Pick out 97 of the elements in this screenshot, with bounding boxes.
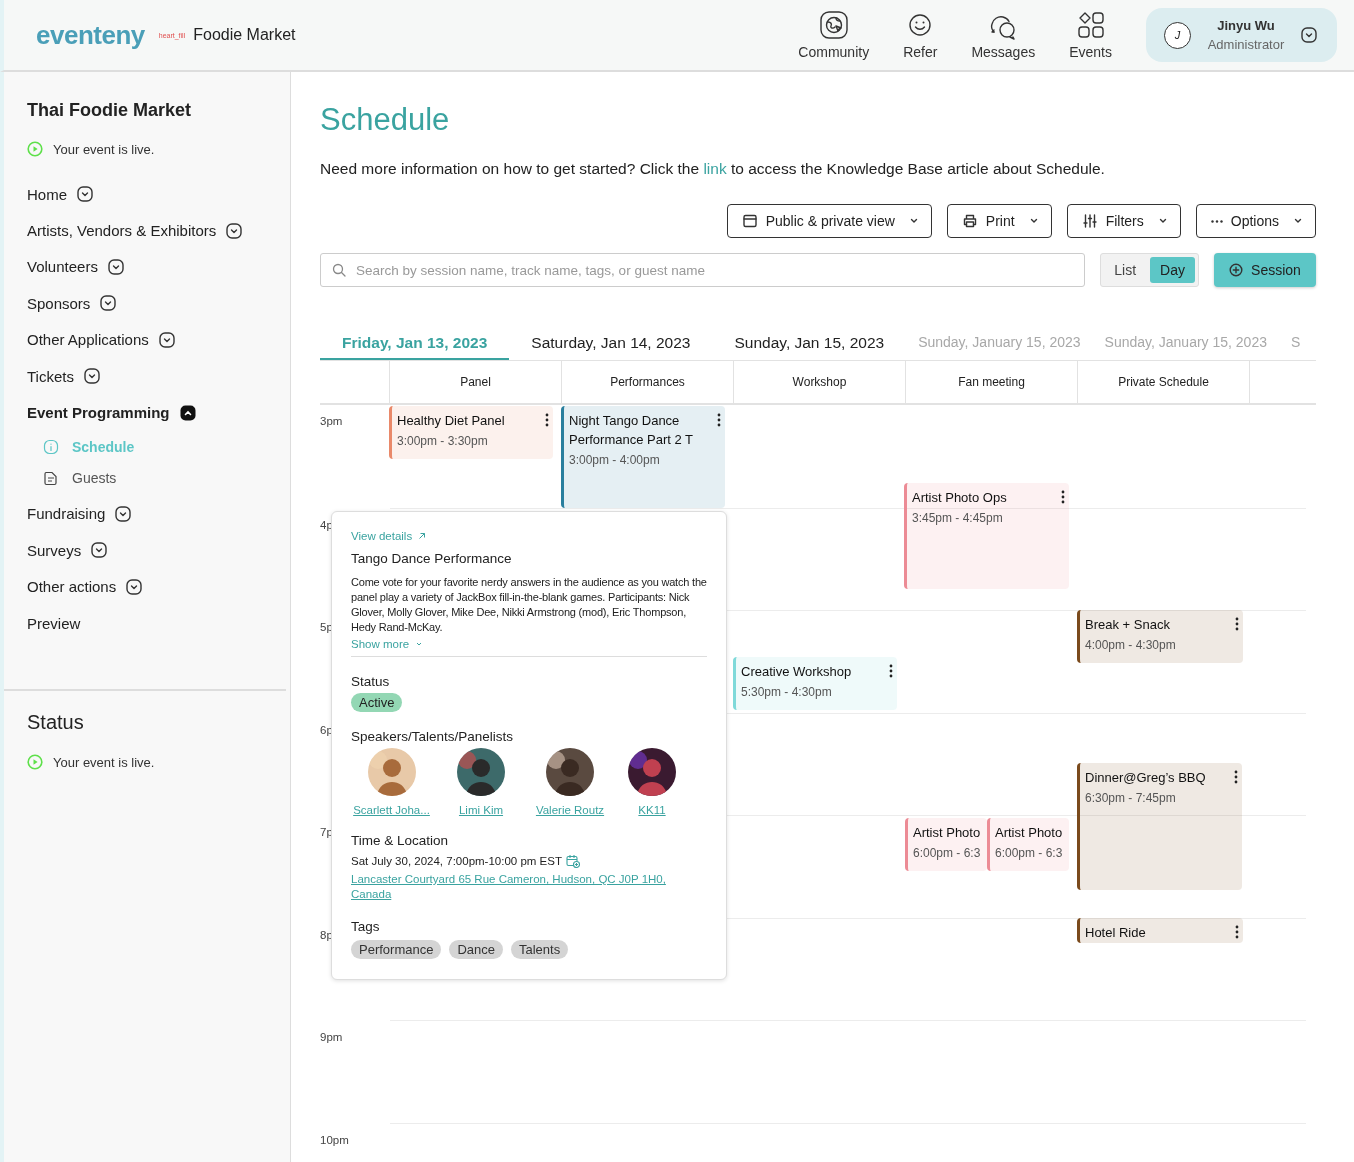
time-label: 3pm bbox=[320, 415, 343, 427]
more-icon bbox=[1210, 219, 1223, 223]
tag: Talents bbox=[511, 940, 569, 959]
event-title: Night Tango Dance Performance Part 2 T bbox=[569, 412, 695, 449]
globe-icon bbox=[818, 10, 849, 40]
user-menu[interactable]: J Jinyu Wu Administrator bbox=[1146, 8, 1337, 62]
session-description: Come vote for your favorite nerdy answers in the audience as you watch the panel play a variety of JackBox fill-in-the-blank games. Participants: Nick Glover, Molly Glover, Mike Dee, Nikki Armstrong (mod), Eric Thompson, Hedy Rand-McKay. bbox=[351, 575, 707, 635]
time-label: 9pm bbox=[320, 1031, 343, 1043]
tag: Performance bbox=[351, 940, 442, 959]
sidebar-item[interactable]: Surveys bbox=[27, 541, 82, 559]
status-badge: Active bbox=[351, 693, 403, 712]
nav-link[interactable]: Community bbox=[798, 10, 870, 60]
sidebar-subitem[interactable]: Guests bbox=[72, 469, 117, 486]
user-name: Jinyu Wu bbox=[1217, 18, 1275, 33]
event-time: 6:30pm - 7:45pm bbox=[1085, 791, 1177, 805]
sidebar-item[interactable]: Volunteers bbox=[27, 258, 98, 276]
toolbar-button[interactable]: Print bbox=[946, 204, 1052, 238]
plus-circle-icon bbox=[1229, 263, 1244, 277]
toolbar-button[interactable]: Filters bbox=[1066, 204, 1181, 238]
search-field[interactable]: Search by session name, track name, tags, or guest name bbox=[320, 253, 1086, 287]
event-time: 3:00pm - 4:00pm bbox=[569, 453, 661, 467]
event-title: Thai Foodie Market bbox=[27, 100, 193, 121]
event-time: 6:00pm - 6:3 bbox=[913, 846, 982, 860]
status-text: Your event is live. bbox=[53, 754, 155, 770]
section-title: Status bbox=[27, 711, 85, 735]
nav-link[interactable]: Refer bbox=[903, 10, 938, 60]
toolbar-button[interactable]: Public & private view bbox=[726, 204, 932, 238]
event-time: 6:00pm - 6:3 bbox=[995, 846, 1064, 860]
event-card[interactable]: Dinner@Greg’s BBQ 6:30pm - 7:45pm bbox=[1077, 763, 1242, 890]
sidebar-item[interactable]: Sponsors bbox=[27, 294, 91, 312]
column-header: Performances bbox=[562, 361, 734, 403]
chevron-down-icon bbox=[1301, 27, 1317, 43]
status-text: Your event is live. bbox=[53, 141, 155, 157]
view-toggle-option[interactable]: Day bbox=[1150, 257, 1195, 283]
event-card[interactable]: Break + Snack 4:00pm - 4:30pm bbox=[1077, 610, 1243, 663]
day-tab[interactable]: Saturday, Jan 14, 2023 bbox=[509, 332, 713, 360]
sliders-icon bbox=[1081, 213, 1098, 229]
page-title: Schedule bbox=[320, 102, 451, 139]
tag: Dance bbox=[449, 940, 503, 959]
event-card[interactable]: Night Tango Dance Performance Part 2 T 3:00pm - 4:00pm bbox=[561, 406, 725, 508]
play-icon bbox=[27, 754, 43, 771]
play-icon bbox=[27, 141, 43, 157]
event-title: Artist Photo bbox=[995, 824, 1063, 842]
info-icon bbox=[43, 438, 59, 455]
section-heading: Tags bbox=[351, 919, 380, 934]
sidebar-item[interactable]: Home bbox=[27, 185, 67, 203]
caret-icon bbox=[415, 640, 424, 648]
column-header: Fan meeting bbox=[906, 361, 1078, 403]
column-header: Private Schedule bbox=[1078, 361, 1250, 403]
event-time: 5:30pm - 4:30pm bbox=[741, 685, 833, 699]
event-card[interactable]: Creative Workshop 5:30pm - 4:30pm bbox=[733, 657, 897, 710]
event-card[interactable]: Artist Photo 6:00pm - 6:3 bbox=[987, 818, 1069, 871]
sidebar-item[interactable]: Other actions bbox=[27, 578, 117, 596]
user-role: Administrator bbox=[1207, 37, 1285, 52]
grid-shapes-icon bbox=[1075, 10, 1106, 40]
event-title: Creative Workshop bbox=[741, 663, 852, 681]
event-title: Break + Snack bbox=[1085, 616, 1170, 634]
event-time: 4:00pm - 4:30pm bbox=[1085, 638, 1177, 652]
avatar-initial: J bbox=[1164, 21, 1191, 49]
event-title: Healthy Diet Panel bbox=[397, 412, 505, 430]
section-heading: Speakers/Talents/Panelists bbox=[351, 729, 514, 744]
nav-link[interactable]: Messages bbox=[971, 10, 1036, 60]
event-card[interactable]: Artist Photo 6:00pm - 6:3 bbox=[905, 818, 987, 871]
event-card[interactable]: Hotel Ride bbox=[1077, 918, 1243, 943]
time-label: 10pm bbox=[320, 1133, 349, 1146]
event-title: Artist Photo Ops bbox=[912, 489, 1007, 507]
event-time: 3:00pm - 3:30pm bbox=[397, 434, 489, 448]
section-heading: Status bbox=[351, 674, 390, 689]
event-card[interactable]: Artist Photo Ops 3:45pm - 4:45pm bbox=[904, 483, 1069, 589]
day-tab[interactable]: Sunday, Jan 15, 2023 bbox=[712, 332, 907, 360]
sidebar-item[interactable]: Fundraising bbox=[27, 505, 106, 523]
add-session-button[interactable]: Session bbox=[1214, 253, 1316, 287]
sidebar-item[interactable]: Event Programming bbox=[27, 404, 170, 422]
column-header: Panel bbox=[390, 361, 562, 403]
event-time: 3:45pm - 4:45pm bbox=[912, 511, 1004, 525]
view-toggle-option[interactable]: List bbox=[1104, 257, 1147, 283]
intro-text: Need more information on how to get started? Click the link to access the Knowledge Base article about Schedule. bbox=[320, 160, 1106, 178]
nav-link[interactable]: Events bbox=[1069, 10, 1112, 60]
sidebar-item[interactable]: Other Applications bbox=[27, 331, 149, 349]
event-title: Artist Photo bbox=[913, 824, 981, 842]
session-datetime: Sat July 30, 2024, 7:00pm-10:00 pm EST bbox=[351, 855, 562, 867]
event-title: Dinner@Greg’s BBQ bbox=[1085, 769, 1206, 787]
toolbar-button[interactable]: Options bbox=[1195, 204, 1316, 238]
calendar-add-icon bbox=[565, 854, 580, 868]
calendar-icon bbox=[741, 213, 758, 229]
sidebar-item[interactable]: Artists, Vendors & Exhibitors bbox=[27, 222, 217, 240]
event-title: Hotel Ride bbox=[1085, 924, 1146, 942]
event-card[interactable]: Healthy Diet Panel 3:00pm - 3:30pm bbox=[389, 406, 553, 459]
session-title: Tango Dance Performance bbox=[351, 551, 512, 566]
sidebar-item[interactable]: Preview bbox=[27, 614, 81, 632]
column-header: Workshop bbox=[734, 361, 906, 403]
document-icon bbox=[43, 469, 59, 486]
event-name: Foodie Market bbox=[193, 26, 296, 44]
section-heading: Time & Location bbox=[351, 833, 449, 848]
sidebar-item[interactable]: Tickets bbox=[27, 367, 74, 385]
printer-icon bbox=[961, 213, 978, 229]
external-arrow-icon bbox=[418, 532, 427, 540]
